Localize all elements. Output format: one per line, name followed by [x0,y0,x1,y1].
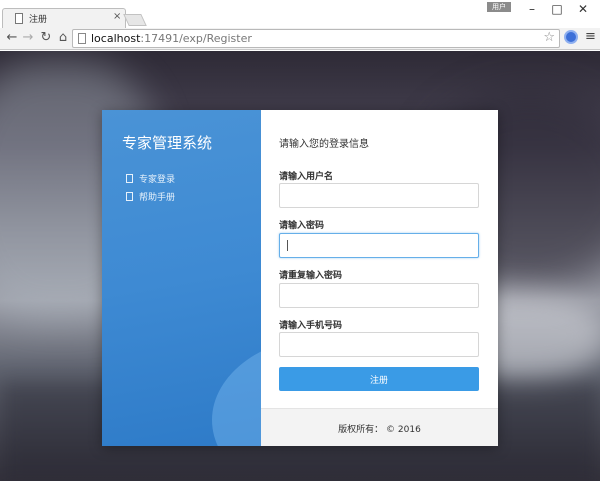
browser-toolbar: ← → ↻ ⌂ localhost:17491/exp/Register ☆ [0,28,600,50]
tab-strip: 注册 × 用户 – □ ✕ [0,0,600,28]
sidebar-item-label: 专家登录 [139,175,176,185]
extension-icon[interactable] [564,30,578,44]
phone-label: 请输入手机号码 [279,321,343,331]
tab-close-icon[interactable]: × [113,11,121,22]
password-label: 请输入密码 [279,221,325,231]
password-input[interactable] [279,233,479,258]
file-icon [126,174,133,183]
tab-title: 注册 [29,15,48,25]
address-bar[interactable]: localhost:17491/exp/Register ☆ [72,29,560,48]
url-host: localhost [91,32,141,45]
home-icon[interactable]: ⌂ [55,30,71,45]
profile-badge[interactable]: 用户 [487,2,511,12]
minimize-button[interactable]: – [522,2,542,16]
url-path: :17491/exp/Register [140,32,252,45]
url-text: localhost:17491/exp/Register [91,32,252,45]
register-card: 专家管理系统 专家登录 帮助手册 请输入您的登录信息 请输入用户名 请输入密码 … [102,110,498,446]
sidebar-decoration [212,335,261,446]
copyright-text: 版权所有： © 2016 [338,425,421,435]
register-form: 请输入您的登录信息 请输入用户名 请输入密码 请重复输入密码 请输入手机号码 注… [261,110,498,408]
sidebar-item-help-manual[interactable]: 帮助手册 [126,190,175,203]
browser-chrome: 注册 × 用户 – □ ✕ ← → ↻ ⌂ localhost:17491/ex… [0,0,600,50]
back-icon[interactable]: ← [4,30,20,45]
confirm-password-input[interactable] [279,283,479,308]
app-title: 专家管理系统 [122,134,213,152]
page-icon [15,13,23,24]
menu-icon[interactable]: ≡ [585,29,596,44]
close-window-button[interactable]: ✕ [573,2,593,16]
sidebar-item-expert-login[interactable]: 专家登录 [126,172,175,185]
sidebar-item-label: 帮助手册 [139,193,176,203]
file-icon [126,192,133,201]
card-footer: 版权所有： © 2016 [261,408,498,446]
page-info-icon[interactable] [78,33,86,44]
text-caret [287,240,288,251]
new-tab-button[interactable] [123,14,147,26]
browser-tab[interactable]: 注册 × [2,8,126,28]
form-heading: 请输入您的登录信息 [279,139,369,150]
username-label: 请输入用户名 [279,172,334,182]
username-input[interactable] [279,183,479,208]
confirm-password-label: 请重复输入密码 [279,271,343,281]
sidebar: 专家管理系统 专家登录 帮助手册 [102,110,261,446]
phone-input[interactable] [279,332,479,357]
forward-icon[interactable]: → [20,30,36,45]
reload-icon[interactable]: ↻ [38,30,54,45]
bookmark-star-icon[interactable]: ☆ [543,30,555,45]
maximize-button[interactable]: □ [547,2,567,16]
register-button[interactable]: 注册 [279,367,479,391]
